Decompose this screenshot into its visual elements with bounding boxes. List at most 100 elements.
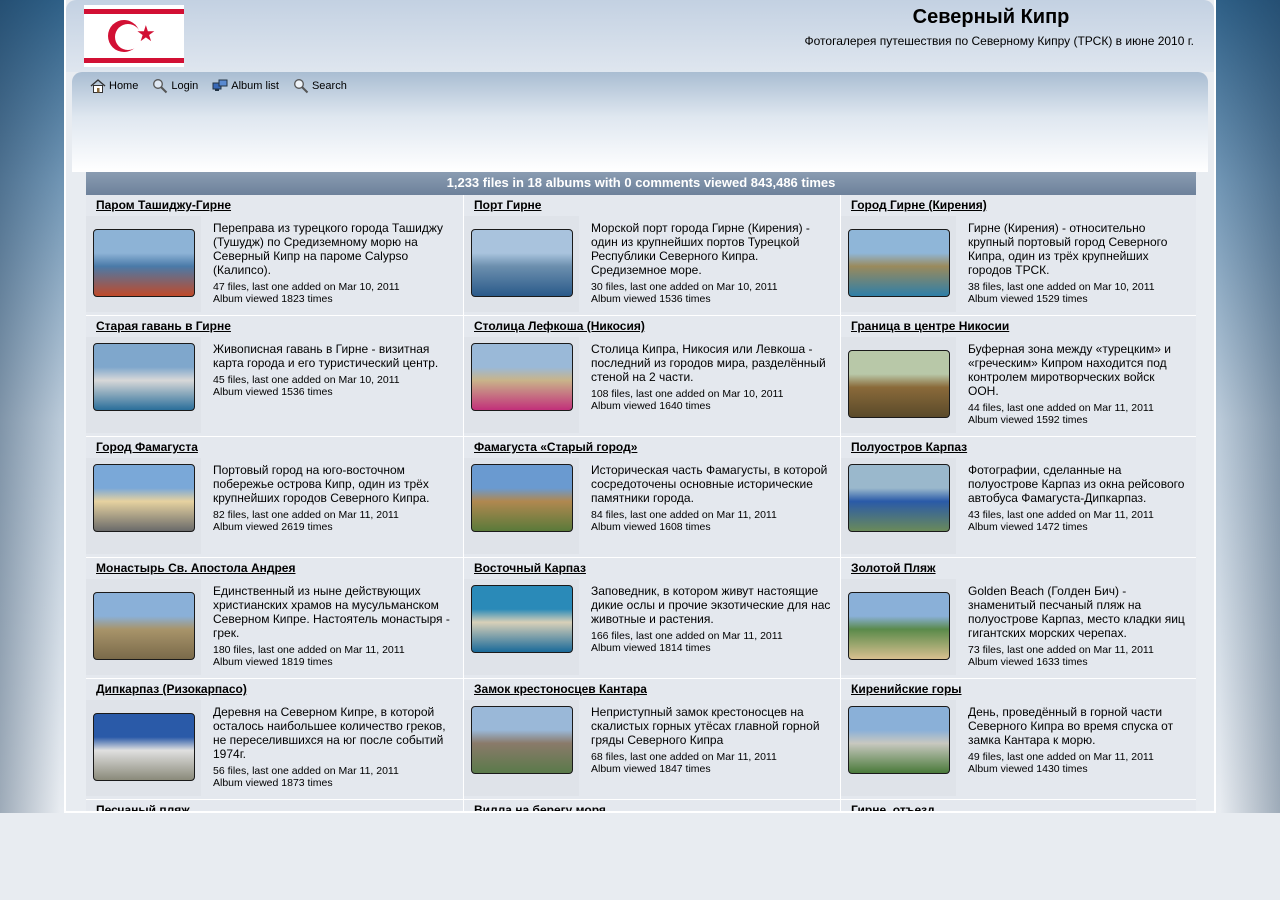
flag-logo-icon[interactable]: ★ (84, 5, 184, 67)
album-cell: Монастырь Св. Апостола Андрея Единственны… (86, 558, 464, 678)
album-row: Дипкарпаз (Ризокарпасо) Деревня на Северн… (86, 679, 1196, 800)
page-bottom (0, 813, 1280, 900)
album-files-info: 180 files, last one added on Mar 11, 201… (213, 644, 405, 656)
album-thumbnail[interactable] (471, 464, 573, 532)
album-cell: Гирне, отъездНаш последний день на (841, 800, 1196, 811)
album-thumb-box (464, 458, 579, 554)
album-description: Деревня на Северном Кипре, в которой ост… (213, 705, 446, 761)
album-cell: Полуостров Карпаз Фотографии, сделанные н… (841, 437, 1196, 557)
album-description: Неприступный замок крестоносцев на скали… (591, 705, 820, 747)
album-files-info: 44 files, last one added on Mar 11, 2011 (968, 402, 1154, 414)
album-cell: Дипкарпаз (Ризокарпасо) Деревня на Северн… (86, 679, 464, 799)
album-cell: Вилла на берегу моряНедостроенная вилла … (464, 800, 841, 811)
album-files-info: 84 files, last one added on Mar 11, 2011 (591, 509, 777, 521)
album-cell: Золотой Пляж Golden Beach (Голден Бич) - … (841, 558, 1196, 678)
album-thumbnail[interactable] (93, 229, 195, 297)
album-title-link[interactable]: Граница в центре Никосии (851, 319, 1009, 333)
nav-search[interactable]: Search (293, 78, 347, 94)
album-thumbnail[interactable] (93, 343, 195, 411)
album-cell: Киренийские горы День, проведённый в горн… (841, 679, 1196, 799)
nav-album-list[interactable]: Album list (212, 78, 279, 94)
album-title-link[interactable]: Полуостров Карпаз (851, 440, 967, 454)
album-title-link[interactable]: Порт Гирне (474, 198, 541, 212)
album-thumbnail[interactable] (93, 464, 195, 532)
album-row: Песчаный пляжЧистейший благоустроенный п… (86, 800, 1196, 811)
album-title-link[interactable]: Восточный Карпаз (474, 561, 586, 575)
album-cell: Восточный Карпаз Заповедник, в котором жи… (464, 558, 841, 678)
site-subtitle: Фотогалерея путешествия по Северному Кип… (804, 34, 1194, 48)
album-views-info: Album viewed 1430 times (968, 763, 1088, 775)
login-icon (152, 78, 168, 94)
album-description: Морской порт города Гирне (Кирения) - од… (591, 221, 810, 277)
album-title-link[interactable]: Фамагуста «Старый город» (474, 440, 637, 454)
album-thumb-box (841, 216, 956, 312)
album-grid: Паром Ташиджу-Гирне Переправа из турецког… (86, 195, 1196, 811)
album-title-link[interactable]: Замок крестоносцев Кантара (474, 682, 647, 696)
nav-home[interactable]: Home (90, 78, 138, 94)
album-files-info: 49 files, last one added on Mar 11, 2011 (968, 751, 1154, 763)
site-header: ★ Северный Кипр Фотогалерея путешествия … (66, 0, 1214, 72)
album-title-link[interactable]: Киренийские горы (851, 682, 962, 696)
main-nav: Home Login Album list Search (90, 78, 347, 94)
album-thumbnail[interactable] (848, 350, 950, 418)
album-description: Буферная зона между «турецким» и «гречес… (968, 342, 1171, 398)
album-title-link[interactable]: Город Гирне (Кирения) (851, 198, 987, 212)
album-title-link[interactable]: Столица Лефкоша (Никосия) (474, 319, 645, 333)
album-description: Историческая часть Фамагусты, в которой … (591, 463, 828, 505)
flag-stripe-bottom (84, 58, 184, 63)
album-thumbnail[interactable] (848, 706, 950, 774)
album-cell: Песчаный пляжЧистейший благоустроенный п… (86, 800, 464, 811)
album-thumb-box (841, 458, 956, 554)
album-views-info: Album viewed 1472 times (968, 521, 1088, 533)
album-thumbnail[interactable] (848, 592, 950, 660)
album-views-info: Album viewed 1814 times (591, 642, 711, 654)
album-thumb-box (86, 700, 201, 796)
album-title-link[interactable]: Песчаный пляж (96, 803, 190, 811)
album-title-link[interactable]: Старая гавань в Гирне (96, 319, 231, 333)
album-views-info: Album viewed 1640 times (591, 400, 711, 412)
nav-login[interactable]: Login (152, 78, 198, 94)
home-icon (90, 78, 106, 94)
album-title-link[interactable]: Монастырь Св. Апостола Андрея (96, 561, 295, 575)
album-thumbnail[interactable] (848, 464, 950, 532)
album-views-info: Album viewed 1536 times (213, 386, 333, 398)
album-views-info: Album viewed 2619 times (213, 521, 333, 533)
album-thumb-box (841, 700, 956, 796)
album-thumb-box (86, 216, 201, 312)
album-thumb-box (464, 579, 579, 675)
album-thumb-box (464, 337, 579, 433)
album-thumb-box (464, 216, 579, 312)
album-thumbnail[interactable] (93, 592, 195, 660)
album-description: Golden Beach (Голден Бич) - знаменитый п… (968, 584, 1185, 640)
navigation-bar: Home Login Album list Search (72, 72, 1208, 172)
album-title-link[interactable]: Дипкарпаз (Ризокарпасо) (96, 682, 247, 696)
album-title-link[interactable]: Город Фамагуста (96, 440, 198, 454)
nav-search-label: Search (311, 80, 347, 92)
album-row: Паром Ташиджу-Гирне Переправа из турецког… (86, 195, 1196, 316)
album-title-link[interactable]: Вилла на берегу моря (474, 803, 606, 811)
album-cell: Паром Ташиджу-Гирне Переправа из турецког… (86, 195, 464, 315)
album-files-info: 43 files, last one added on Mar 11, 2011 (968, 509, 1154, 521)
album-views-info: Album viewed 1819 times (213, 656, 333, 668)
flag-star: ★ (136, 21, 156, 46)
album-thumbnail[interactable] (471, 229, 573, 297)
album-title-link[interactable]: Золотой Пляж (851, 561, 936, 575)
album-thumbnail[interactable] (93, 713, 195, 781)
search-icon (293, 78, 309, 94)
album-thumbnail[interactable] (471, 585, 573, 653)
album-title-link[interactable]: Гирне, отъезд (851, 803, 935, 811)
album-cell: Замок крестоносцев Кантара Неприступный з… (464, 679, 841, 799)
album-title-link[interactable]: Паром Ташиджу-Гирне (96, 198, 231, 212)
album-views-info: Album viewed 1633 times (968, 656, 1088, 668)
album-row: Город Фамагуста Портовый город на юго-вос… (86, 437, 1196, 558)
album-thumbnail[interactable] (848, 229, 950, 297)
album-row: Монастырь Св. Апостола Андрея Единственны… (86, 558, 1196, 679)
album-thumbnail[interactable] (471, 706, 573, 774)
album-description: Заповедник, в котором живут настоящие ди… (591, 584, 831, 626)
album-files-info: 68 files, last one added on Mar 11, 2011 (591, 751, 777, 763)
album-thumbnail[interactable] (471, 343, 573, 411)
gallery-stats: 1,233 files in 18 albums with 0 comments… (86, 172, 1196, 195)
album-thumb-box (86, 579, 201, 675)
album-list-icon (212, 78, 228, 94)
album-files-info: 166 files, last one added on Mar 11, 201… (591, 630, 783, 642)
